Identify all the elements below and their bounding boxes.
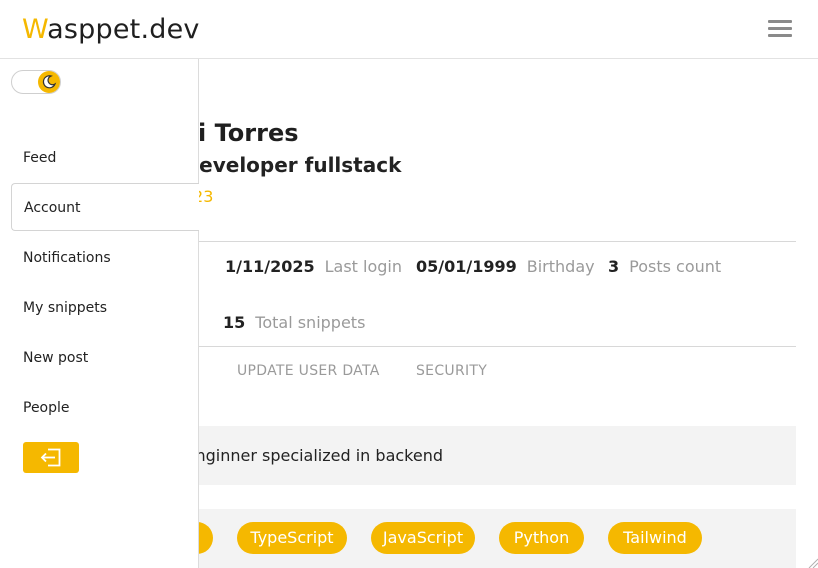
sidebar-item-label: Feed bbox=[23, 150, 57, 166]
tab-update-user-data[interactable]: UPDATE USER DATA bbox=[237, 363, 380, 379]
logo-accent-letter: W bbox=[22, 14, 48, 45]
sidebar-item-notifications[interactable]: Notifications bbox=[11, 234, 197, 282]
stat-label: Last login bbox=[324, 257, 403, 276]
stat-label: Total snippets bbox=[255, 313, 366, 332]
logo-text: asppet.dev bbox=[47, 14, 200, 45]
moon-icon bbox=[42, 75, 57, 89]
logout-icon bbox=[40, 448, 61, 467]
tag-chip[interactable]: Python bbox=[499, 522, 584, 554]
theme-toggle[interactable] bbox=[11, 70, 61, 94]
stat-birthday: 05/01/1999 Birthday bbox=[416, 257, 595, 276]
resize-handle-icon[interactable] bbox=[806, 556, 818, 568]
sidebar-item-feed[interactable]: Feed bbox=[11, 134, 197, 182]
stat-total-snippets: 15 Total snippets bbox=[223, 313, 365, 332]
stat-value: 15 bbox=[223, 313, 246, 332]
tags-panel: TypeScript JavaScript Python Tailwind bbox=[150, 509, 796, 568]
sidebar-item-people[interactable]: People bbox=[11, 384, 197, 432]
tag-chip[interactable]: Tailwind bbox=[608, 522, 702, 554]
stat-posts-count: 3 Posts count bbox=[608, 257, 721, 276]
logout-button[interactable] bbox=[23, 442, 79, 473]
bio-panel: e enginner specialized in backend bbox=[150, 426, 796, 485]
divider bbox=[150, 346, 796, 347]
sidebar-item-new-post[interactable]: New post bbox=[11, 334, 197, 382]
divider bbox=[150, 241, 796, 242]
sidebar-item-my-snippets[interactable]: My snippets bbox=[11, 284, 197, 332]
app-logo[interactable]: Wasppet.dev bbox=[22, 14, 200, 45]
sidebar-item-label: Notifications bbox=[23, 250, 111, 266]
stat-label: Birthday bbox=[526, 257, 595, 276]
app-header: Wasppet.dev bbox=[0, 0, 818, 59]
tag-chip[interactable]: TypeScript bbox=[237, 522, 347, 554]
stat-value: 3 bbox=[608, 257, 620, 276]
hamburger-menu-icon[interactable] bbox=[768, 20, 792, 38]
stat-last-login: 1/11/2025 Last login bbox=[225, 257, 402, 276]
tab-security[interactable]: SECURITY bbox=[416, 363, 487, 379]
sidebar-item-label: Account bbox=[24, 200, 81, 216]
sidebar-item-label: My snippets bbox=[23, 300, 108, 316]
sidebar-item-account[interactable]: Account bbox=[11, 183, 199, 231]
sidebar-item-label: People bbox=[23, 400, 70, 416]
sidebar-item-label: New post bbox=[23, 350, 89, 366]
stat-value: 05/01/1999 bbox=[416, 257, 517, 276]
sidebar: Feed Account Notifications My snippets N… bbox=[0, 59, 199, 568]
toggle-knob bbox=[38, 71, 60, 93]
stat-label: Posts count bbox=[629, 257, 722, 276]
stat-value: 1/11/2025 bbox=[225, 257, 315, 276]
tag-chip[interactable]: JavaScript bbox=[371, 522, 475, 554]
